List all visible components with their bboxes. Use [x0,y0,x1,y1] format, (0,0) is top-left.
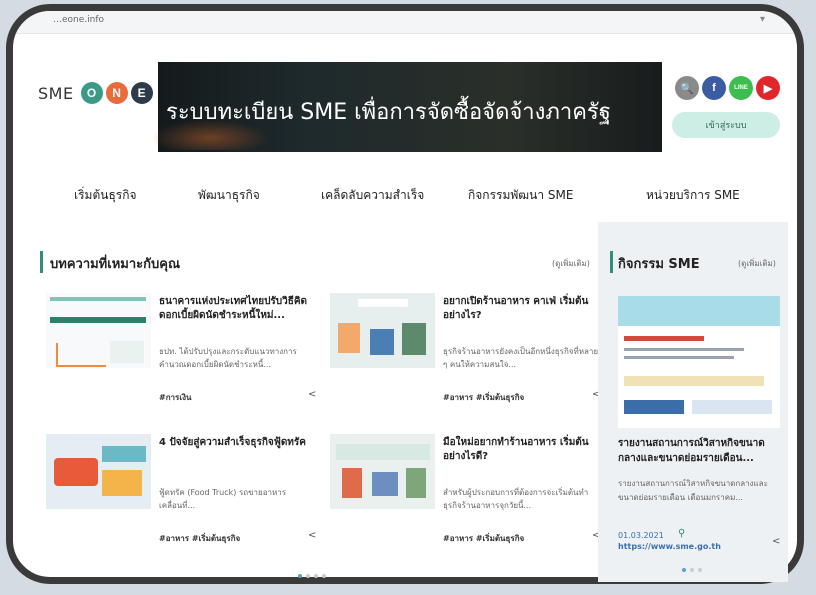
thumb-shelf [336,444,430,460]
article-title[interactable]: อยากเปิดร้านอาหาร คาเฟ่ เริ่มต้นอย่างไร? [443,295,603,323]
logo-o-circle: O [80,82,103,104]
nav-item-sme-activities[interactable]: กิจกรรมพัฒนา SME [468,186,573,205]
activities-pagination [682,568,702,572]
thumb-person [406,468,426,498]
article-description: ฟู้ดทรัค (Food Truck) รถขายอาหารเคลื่อนท… [159,488,287,510]
logo-sme-text: SME [38,83,74,103]
article-tags[interactable]: #อาหาร #เริ่มต้นธุรกิจ [443,391,524,404]
activity-description: รายงานสถานการณ์วิสาหกิจขนาดกลางและขนาดย่… [618,479,768,502]
section-accent-bar [40,251,43,273]
thumb-bar [50,297,146,301]
thumb-counter [372,472,398,496]
pagination-dot[interactable] [306,574,310,578]
poster-stats [624,376,764,386]
article-title[interactable]: ธนาคารแห่งประเทศไทยปรับวิธีคิดดอกเบี้ยผิ… [159,295,319,323]
article-card-2[interactable]: อยากเปิดร้านอาหาร คาเฟ่ เริ่มต้นอย่างไร?… [330,293,605,411]
thumb-person [402,323,426,355]
thumb-person [338,323,360,353]
activities-panel: กิจกรรม SME (ดูเพิ่มเติม) รายงานสถานการณ… [598,222,788,582]
article-description: ธปท. ได้ปรับปรุงและกระดับแนวทางการคำนวณด… [159,347,297,369]
poster-footer [692,400,772,414]
line-icon[interactable]: LINE [729,76,753,100]
article-thumbnail[interactable] [46,293,151,368]
facebook-icon[interactable]: f [702,76,726,100]
thumb-table [370,329,394,355]
thumb-heading [102,446,146,462]
thumb-bar [50,317,146,323]
thumb-person [342,468,362,498]
activities-section-title: กิจกรรม SME [618,257,700,272]
articles-pagination [298,574,326,578]
article-title[interactable]: 4 ปัจจัยสู่ความสำเร็จธุรกิจฟู้ดทรัค [159,436,319,450]
poster-flags [624,400,684,414]
pagination-dot[interactable] [698,568,702,572]
share-icon[interactable]: < [308,389,316,400]
thumb-food-truck [54,458,98,486]
poster-line [624,348,744,351]
activities-see-more-link[interactable]: (ดูเพิ่มเติม) [738,257,776,270]
pagination-dot[interactable] [690,568,694,572]
logo-n-circle: N [105,82,128,104]
url-text[interactable]: …eone.info [53,15,104,25]
article-card-1[interactable]: ธนาคารแห่งประเทศไทยปรับวิธีคิดดอกเบี้ยผิ… [46,293,321,411]
pagination-dot[interactable] [322,574,326,578]
article-tags[interactable]: #การเงิน [159,391,191,404]
thumb-chart [56,343,106,367]
poster-line [624,356,734,359]
article-tags[interactable]: #อาหาร #เริ่มต้นธุรกิจ [443,532,524,545]
article-description: ธุรกิจร้านอาหารยังคงเป็นอีกหนึ่งธุรกิจที… [443,347,599,369]
activity-title[interactable]: รายงานสถานการณ์วิสาหกิจขนาดกลางและขนาดย่… [618,436,783,466]
article-thumbnail[interactable] [330,434,435,509]
nav-item-success-tips[interactable]: เคล็ดลับความสำเร็จ [321,186,424,205]
banner-text: ระบบทะเบียน SME เพื่อการจัดซื้อจัดจ้างภา… [166,100,611,125]
sme-one-logo[interactable]: SME O N E [38,82,153,104]
section-accent-bar [610,251,613,273]
logo-e-circle: E [130,82,153,104]
nav-item-start-business[interactable]: เริ่มต้นธุรกิจ [74,186,137,205]
share-icon[interactable]: < [308,530,316,541]
location-pin-icon: ⚲ [678,528,686,539]
pagination-dot[interactable] [298,574,302,578]
poster-header [618,296,780,326]
article-thumbnail[interactable] [46,434,151,509]
articles-see-more-link[interactable]: (ดูเพิ่มเติม) [552,257,590,270]
activity-url-link[interactable]: https://www.sme.go.th [618,542,721,551]
thumb-food [102,470,142,496]
main-nav: เริ่มต้นธุรกิจ พัฒนาธุรกิจ เคล็ดลับความส… [38,186,758,206]
social-icons: 🔍 f LINE ▶ [675,76,780,100]
dropdown-arrow-icon[interactable]: ▾ [760,14,765,25]
activity-date: 01.03.2021 [618,531,664,540]
article-card-4[interactable]: มือใหม่อยากทำร้านอาหาร เริ่มต้นอย่างไรดี… [330,434,605,552]
pagination-dot[interactable] [682,568,686,572]
line-icon-label: LINE [734,85,748,91]
article-title[interactable]: มือใหม่อยากทำร้านอาหาร เริ่มต้นอย่างไรดี… [443,436,603,464]
hero-banner[interactable]: ระบบทะเบียน SME เพื่อการจัดซื้อจัดจ้างภา… [150,62,662,152]
article-tags[interactable]: #อาหาร #เริ่มต้นธุรกิจ [159,532,240,545]
address-bar[interactable]: …eone.info ▾ [13,11,797,34]
thumb-legend [110,341,144,363]
search-icon[interactable]: 🔍 [675,76,699,100]
share-icon[interactable]: < [772,536,780,547]
article-description: สำหรับผู้ประกอบการที่ต้องการจะเริ่มต้นทำ… [443,488,589,510]
article-card-3[interactable]: 4 ปัจจัยสู่ความสำเร็จธุรกิจฟู้ดทรัค ฟู้ด… [46,434,321,552]
articles-section-title: บทความที่เหมาะกับคุณ [50,257,180,272]
thumb-sign [358,299,408,307]
article-thumbnail[interactable] [330,293,435,368]
nav-item-sme-service-units[interactable]: หน่วยบริการ SME [646,186,740,205]
poster-line [624,336,704,341]
nav-item-develop-business[interactable]: พัฒนาธุรกิจ [198,186,260,205]
login-button[interactable]: เข้าสู่ระบบ [672,112,780,138]
activity-poster-image[interactable] [618,296,780,428]
youtube-icon[interactable]: ▶ [756,76,780,100]
pagination-dot[interactable] [314,574,318,578]
